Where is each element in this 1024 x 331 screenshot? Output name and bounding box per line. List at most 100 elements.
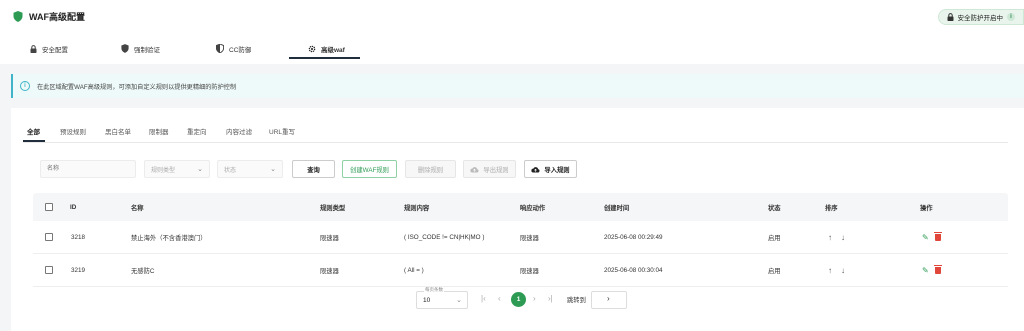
row-checkbox[interactable] <box>45 233 53 241</box>
active-tab-indicator <box>289 57 360 59</box>
pagination: 每页条数 10 ⌄ |‹ ‹ 1 › ›| 跳转到 › <box>11 287 1024 309</box>
page-number-current[interactable]: 1 <box>511 292 526 307</box>
subtab-limiter[interactable]: 限制器 <box>149 126 169 136</box>
tab-label: 高级waf <box>321 46 345 54</box>
cell-rule-content: ( All = ) <box>404 266 424 274</box>
arrow-down-icon[interactable]: ↓ <box>841 266 845 275</box>
status-select[interactable]: 状态 ⌄ <box>217 160 283 178</box>
header-status: 状态 <box>768 204 781 212</box>
cell-rule-type: 限速器 <box>320 234 339 242</box>
tab-label: 安全配置 <box>42 46 68 54</box>
table-header: ID 名称 规则类型 规则内容 响应动作 创建时间 状态 排序 操作 <box>33 193 1008 221</box>
delete-label: 删除规则 <box>417 166 444 174</box>
create-waf-rule-button[interactable]: 创建WAF规则 <box>342 160 397 178</box>
edit-pencil-icon[interactable]: ✎ <box>922 233 929 242</box>
filter-toolbar: 规则类型 ⌄ 状态 ⌄ 查询 创建WAF规则 删除规则 导出规则 <box>11 160 1024 178</box>
lock-icon <box>947 13 953 21</box>
divider <box>23 142 1008 143</box>
page-size-select[interactable]: 每页条数 10 ⌄ <box>416 287 468 309</box>
last-page-icon[interactable]: ›| <box>548 294 553 303</box>
sort-controls: ↑ ↓ <box>828 254 854 286</box>
import-label: 导入规则 <box>544 166 570 174</box>
page-size-value: 10 <box>423 296 431 304</box>
tab-label: CC防御 <box>229 46 252 54</box>
subtab-all[interactable]: 全部 <box>27 126 40 136</box>
subtab-redirect[interactable]: 重定向 <box>187 126 207 136</box>
chevron-down-icon: ⌄ <box>456 297 462 304</box>
chevron-down-icon: ⌄ <box>197 166 203 173</box>
tab-forced-verification[interactable]: 强制验证 <box>121 38 160 59</box>
cell-action: 限速器 <box>520 267 539 275</box>
header-id: ID <box>70 203 77 211</box>
edit-pencil-icon[interactable]: ✎ <box>922 266 929 275</box>
info-circle-icon: i <box>20 81 30 91</box>
protection-status-badge: 安全防护开启中 i <box>937 9 1024 25</box>
query-label: 查询 <box>307 166 320 174</box>
tab-security-config[interactable]: 安全配置 <box>30 38 68 59</box>
export-rule-button[interactable]: 导出规则 <box>463 160 516 178</box>
shield-half-icon <box>216 44 224 53</box>
cloud-upload-icon <box>531 166 540 172</box>
arrow-down-icon[interactable]: ↓ <box>841 233 845 242</box>
subtab-black-white-list[interactable]: 黑白名单 <box>105 126 131 136</box>
header-sort: 排序 <box>825 204 838 212</box>
row-operations: ✎ <box>922 254 942 286</box>
row-select-cell <box>45 221 53 253</box>
select-all-checkbox[interactable] <box>45 203 53 211</box>
cell-name: 禁止海外（不含香港澳门） <box>131 234 207 242</box>
header-operations: 操作 <box>920 204 933 212</box>
info-icon[interactable]: i <box>1007 13 1015 21</box>
header-name: 名称 <box>131 204 144 212</box>
rule-type-select[interactable]: 规则类型 ⌄ <box>144 160 210 178</box>
jump-to-label: 跳转到 <box>567 297 586 304</box>
cell-rule-content: ( ISO_CODE != CN|HK|MO ) <box>404 233 485 241</box>
tab-cc-defense[interactable]: CC防御 <box>216 38 251 59</box>
cell-created-time: 2025-06-08 00:29:49 <box>604 233 663 241</box>
shield-icon <box>13 11 23 22</box>
rules-panel: 全部 预设规则 黑白名单 限制器 重定向 内容过滤 URL重写 规则类型 ⌄ 状… <box>11 108 1024 331</box>
tab-advanced-waf[interactable]: 高级waf <box>308 38 345 59</box>
page-size-label: 每页条数 <box>424 287 444 293</box>
header-action: 响应动作 <box>520 204 546 212</box>
subtab-content-filter[interactable]: 内容过滤 <box>226 126 252 136</box>
chevron-right-icon[interactable]: › <box>607 294 610 303</box>
cell-name: 无感防C <box>131 267 155 275</box>
select-all-cell <box>45 193 53 221</box>
page-header: WAF高级配置 安全防护开启中 i 安全配置 强制验证 CC防御 高级waf <box>0 0 1024 64</box>
export-label: 导出规则 <box>483 166 509 174</box>
info-banner: i 在此区域配置WAF高级规则，可添加自定义规则以提供更精细的防护控制 <box>11 74 1024 98</box>
title-row: WAF高级配置 <box>13 10 85 23</box>
cell-status: 启用 <box>768 267 781 275</box>
table-row: 3219 无感防C 限速器 ( All = ) 限速器 2025-06-08 0… <box>33 254 1008 287</box>
info-banner-text: 在此区域配置WAF高级规则，可添加自定义规则以提供更精细的防护控制 <box>37 83 237 91</box>
name-search-input[interactable] <box>40 160 136 178</box>
status-placeholder: 状态 <box>224 167 237 174</box>
cell-id: 3218 <box>71 233 86 241</box>
row-checkbox[interactable] <box>45 266 53 274</box>
first-page-icon[interactable]: |‹ <box>481 294 486 303</box>
prev-page-icon[interactable]: ‹ <box>498 294 501 303</box>
next-page-icon[interactable]: › <box>533 294 536 303</box>
arrow-up-icon[interactable]: ↑ <box>828 266 832 275</box>
cell-id: 3219 <box>71 266 86 274</box>
shield-icon <box>121 44 129 53</box>
subtab-preset-rules[interactable]: 预设规则 <box>60 126 86 136</box>
query-button[interactable]: 查询 <box>292 160 335 178</box>
row-operations: ✎ <box>922 221 942 253</box>
delete-trash-icon[interactable] <box>933 231 942 241</box>
row-select-cell <box>45 254 53 286</box>
header-rule-type: 规则类型 <box>320 204 346 212</box>
arrow-up-icon[interactable]: ↑ <box>828 233 832 242</box>
status-text: 安全防护开启中 <box>957 15 1004 22</box>
cell-created-time: 2025-06-08 00:30:04 <box>604 266 663 274</box>
page-title: WAF高级配置 <box>29 12 85 22</box>
cell-action: 限速器 <box>520 234 539 242</box>
delete-trash-icon[interactable] <box>933 264 942 274</box>
lock-icon <box>30 44 37 53</box>
tab-label: 强制验证 <box>134 46 160 54</box>
header-rule-content: 规则内容 <box>404 204 430 212</box>
header-created-time: 创建时间 <box>604 204 630 212</box>
delete-rule-button[interactable]: 删除规则 <box>405 160 456 178</box>
subtab-url-rewrite[interactable]: URL重写 <box>269 126 295 136</box>
import-rule-button[interactable]: 导入规则 <box>524 160 577 178</box>
